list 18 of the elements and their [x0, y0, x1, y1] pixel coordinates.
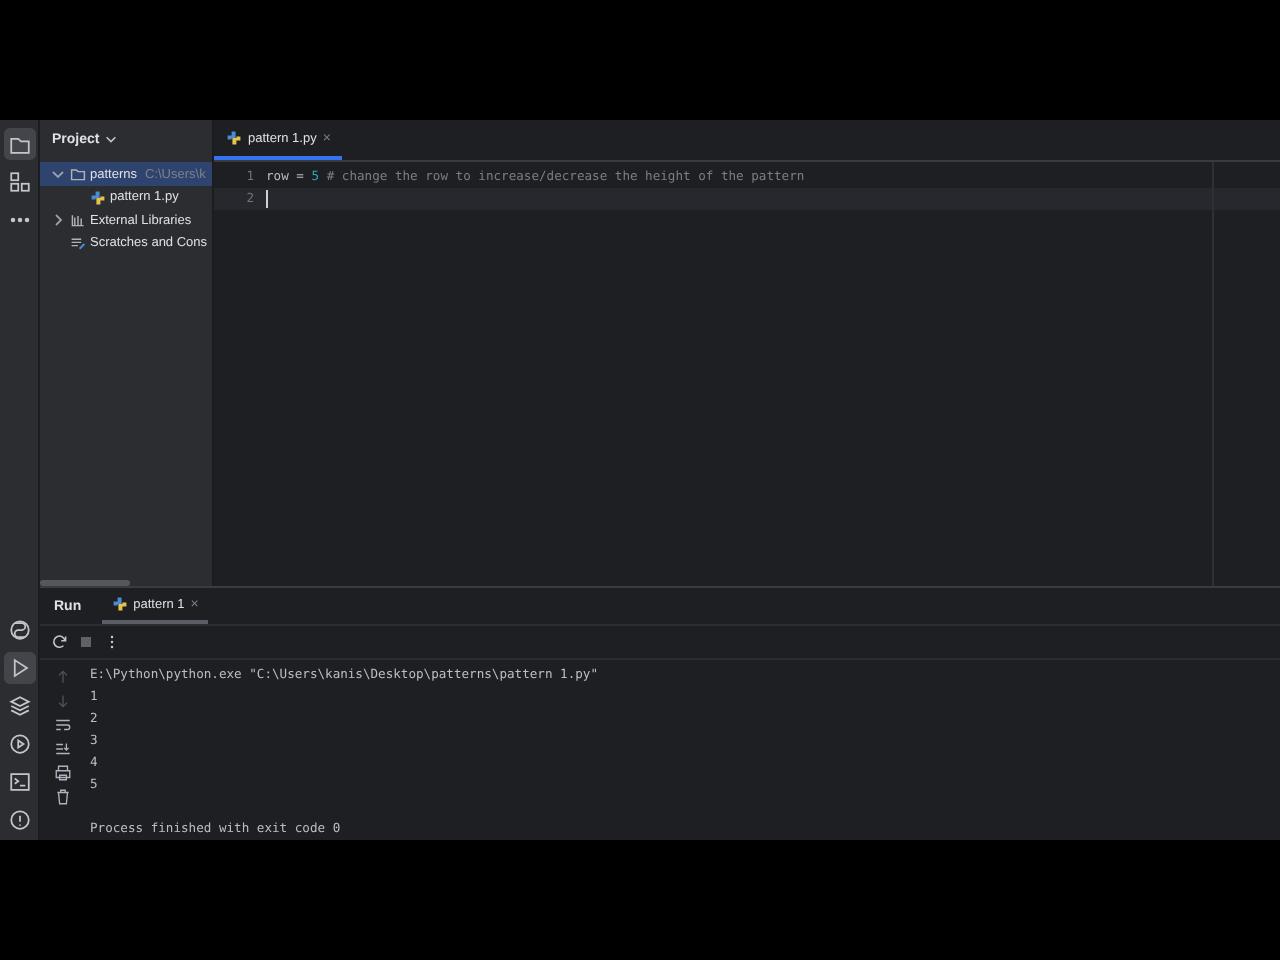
folder-icon[interactable] [3, 128, 35, 160]
scratch-icon [70, 235, 86, 252]
python-file-icon [111, 596, 128, 612]
library-icon [70, 212, 86, 229]
folder-icon [70, 166, 86, 183]
rerun-icon[interactable] [50, 632, 70, 652]
trash-icon[interactable] [53, 788, 71, 806]
python-file-icon [226, 130, 242, 146]
chevron-right-icon[interactable] [50, 212, 66, 229]
text-cursor [266, 190, 268, 208]
scroll-to-end-icon[interactable] [53, 740, 71, 758]
soft-wrap-icon[interactable] [53, 716, 71, 734]
run-icon[interactable] [3, 652, 35, 684]
python-file-icon [90, 189, 106, 206]
print-icon[interactable] [53, 764, 71, 782]
scrollbar[interactable] [40, 580, 130, 586]
chevron-down-icon[interactable] [50, 166, 66, 183]
chevron-down-icon [103, 132, 118, 146]
